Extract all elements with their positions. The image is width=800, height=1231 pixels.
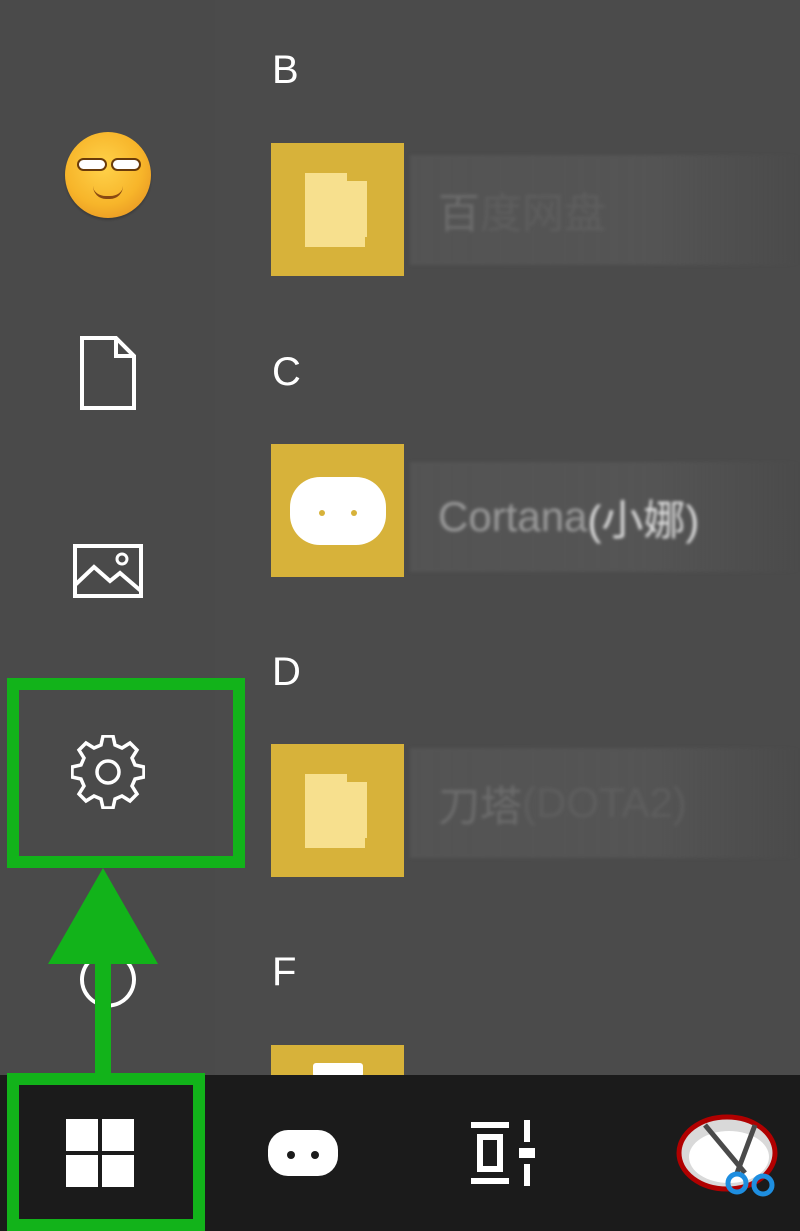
documents-icon [79,336,136,410]
arrow-up-icon [48,868,158,1074]
pictures-icon [72,544,143,598]
documents-button[interactable] [30,298,185,448]
app-name-visible: Cortana [438,493,588,540]
pictures-button[interactable] [30,496,185,646]
folder-icon [304,172,367,247]
app-name-visible: 刀塔 [438,782,523,830]
app-tile-baidu[interactable] [271,143,404,276]
snipping-tool-button[interactable] [655,1075,800,1231]
app-tile-dota2[interactable] [271,744,404,877]
section-letter-d: D [272,650,301,694]
app-name-rest: (DOTA2) [522,779,687,826]
avatar [64,132,151,218]
app-tile-f[interactable] [271,1045,404,1077]
user-account-button[interactable] [30,100,185,250]
app-name-cortana[interactable]: Cortana (小娜) [410,462,800,572]
folder-icon [304,773,367,848]
section-letter-c: C [272,350,301,394]
app-name-rest: (小娜) [587,496,700,544]
app-name-visible: 百 [438,189,481,237]
task-view-icon [471,1120,535,1186]
section-letter-b: B [272,48,299,92]
task-view-button[interactable] [430,1075,580,1231]
app-name-baidu[interactable]: 百 度网盘 [410,155,800,265]
app-name-dota2[interactable]: 刀塔 (DOTA2) [410,748,800,858]
snipping-tool-icon [676,1114,778,1197]
cortana-icon [289,476,386,545]
app-name-rest: 度网盘 [480,189,607,237]
highlight-settings-box [7,678,245,868]
section-letter-f: F [272,950,297,994]
app-tile-cortana[interactable] [271,444,404,577]
highlight-start-box [7,1073,205,1231]
cortana-icon [268,1130,338,1176]
cortana-button[interactable] [228,1075,378,1231]
